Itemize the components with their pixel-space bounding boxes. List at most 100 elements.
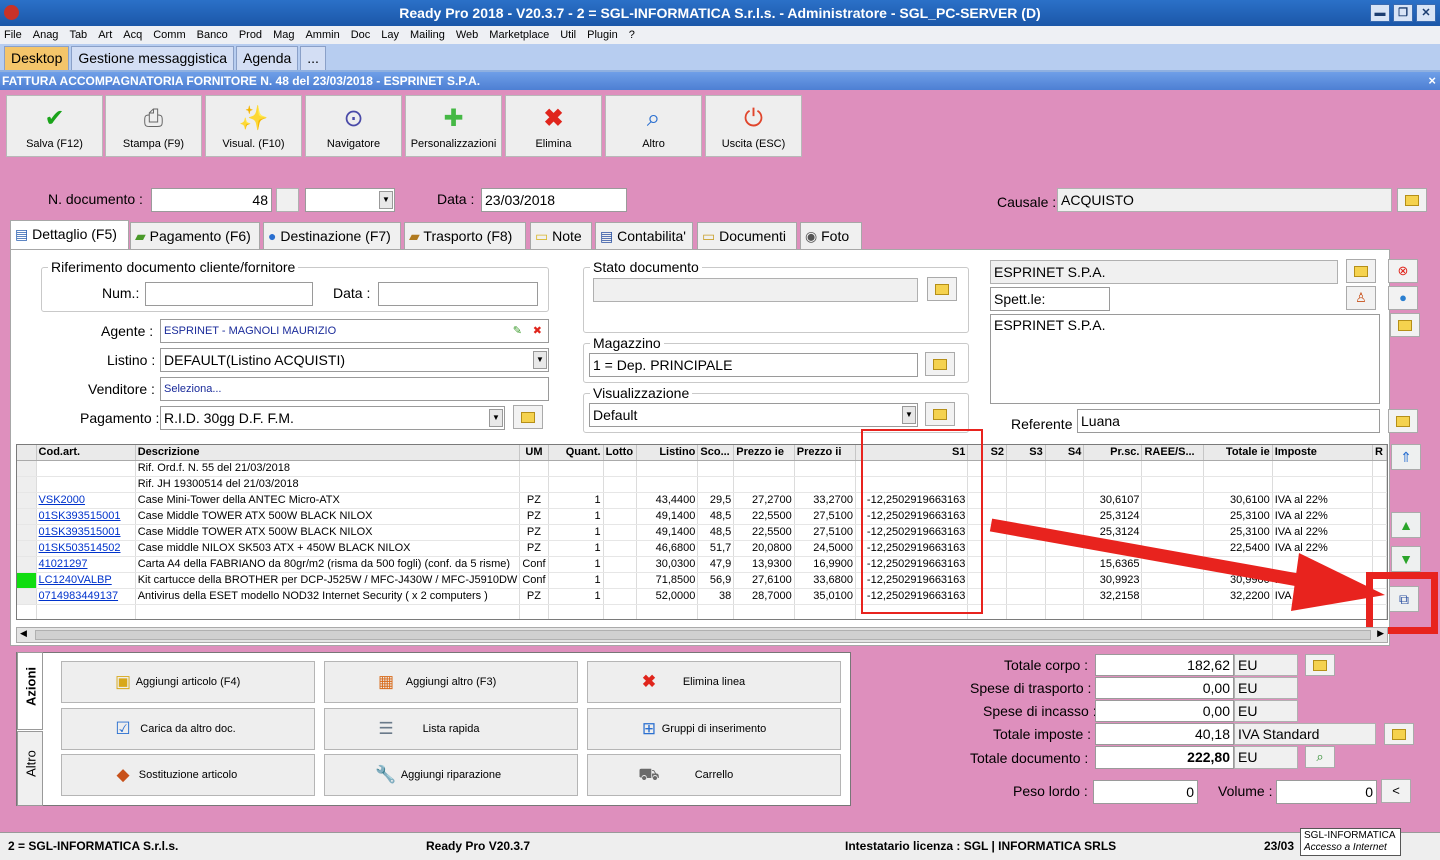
menu-help[interactable]: ? — [629, 29, 635, 41]
scroll-left-icon[interactable]: ◀ — [20, 628, 27, 639]
cliente-folder-button[interactable] — [1346, 259, 1376, 283]
menu-banco[interactable]: Banco — [197, 29, 228, 41]
delete-button[interactable]: ✖ Elimina — [505, 95, 602, 157]
address-folder-button[interactable] — [1390, 313, 1420, 337]
imposte-cell[interactable] — [1272, 460, 1373, 477]
col-prezzo-ie[interactable]: Prezzo ie — [733, 445, 795, 461]
move-up-button[interactable]: ▲ — [1391, 512, 1421, 538]
spett-input[interactable]: Spett.le: — [990, 287, 1110, 311]
um-cell[interactable]: PZ — [519, 540, 549, 557]
s3-cell[interactable] — [1006, 476, 1046, 493]
visualizzazione-folder-button[interactable] — [925, 402, 955, 426]
menu-plugin[interactable]: Plugin — [587, 29, 618, 41]
prsc-cell[interactable] — [1083, 460, 1143, 477]
listino-select[interactable]: DEFAULT(Listino ACQUISTI) ▼ — [160, 348, 549, 372]
close-window-button[interactable]: ✕ — [1416, 4, 1436, 22]
tab-desktop[interactable]: Desktop — [4, 46, 70, 70]
row-indicator[interactable] — [17, 572, 37, 589]
codart-cell[interactable]: 41021297 — [36, 556, 136, 573]
listino-cell[interactable]: 30,0300 — [636, 556, 699, 573]
descrizione-cell[interactable]: Case Mini-Tower della ANTEC Micro-ATX — [135, 492, 521, 509]
um-cell[interactable]: PZ — [519, 524, 549, 541]
prezzo-ie-cell[interactable]: 20,0800 — [733, 540, 795, 557]
lotto-cell[interactable] — [603, 492, 638, 509]
ndoc-input[interactable]: 48 — [151, 188, 272, 212]
menu-prod[interactable]: Prod — [239, 29, 262, 41]
totale-ie-cell[interactable] — [1203, 460, 1273, 477]
col-prezzo-ii[interactable]: Prezzo ii — [794, 445, 857, 461]
col-codart[interactable]: Cod.art. — [36, 445, 136, 461]
col-s4[interactable]: S4 — [1045, 445, 1085, 461]
codart-cell[interactable]: 01SK503514502 — [36, 540, 136, 557]
empty-cell[interactable] — [697, 604, 735, 619]
descrizione-cell[interactable]: Case middle NILOX SK503 ATX + 450W BLACK… — [135, 540, 521, 557]
col-imposte[interactable]: Imposte — [1272, 445, 1373, 461]
delete-line-button[interactable]: ✖ Elimina linea — [587, 661, 841, 703]
quant-cell[interactable]: 1 — [548, 492, 604, 509]
other-button[interactable]: ⌕ Altro — [605, 95, 702, 157]
col-s3[interactable]: S3 — [1006, 445, 1046, 461]
empty-cell[interactable] — [794, 604, 857, 619]
imposte-folder-button[interactable] — [1384, 723, 1414, 745]
cliente-name-input[interactable]: ESPRINET S.P.A. — [990, 260, 1338, 284]
sconto-cell[interactable]: 38 — [697, 588, 735, 605]
sconto-cell[interactable]: 29,5 — [697, 492, 735, 509]
s4-cell[interactable] — [1045, 492, 1085, 509]
pagamento-select[interactable]: R.I.D. 30gg D.F. F.M. ▼ — [160, 406, 505, 430]
prezzo-ii-cell[interactable]: 35,0100 — [794, 588, 857, 605]
sconto-cell[interactable] — [697, 460, 735, 477]
ndoc-series-select[interactable]: ▼ — [305, 188, 395, 212]
tab-altro[interactable]: Altro — [17, 731, 43, 806]
stato-input[interactable] — [593, 278, 918, 302]
row-indicator[interactable] — [17, 556, 37, 573]
restore-button[interactable]: ❐ — [1393, 4, 1413, 22]
tab-dettaglio[interactable]: ▤ Dettaglio (F5) — [10, 220, 129, 250]
codart-cell[interactable]: 0714983449137 — [36, 588, 136, 605]
totale-ie-cell[interactable] — [1203, 476, 1273, 493]
quant-cell[interactable]: 1 — [548, 508, 604, 525]
cliente-remove-button[interactable]: ⊗ — [1388, 259, 1418, 283]
menu-web[interactable]: Web — [456, 29, 478, 41]
codart-cell[interactable] — [36, 460, 136, 477]
s4-cell[interactable] — [1045, 460, 1085, 477]
codart-cell[interactable]: 01SK393515001 — [36, 524, 136, 541]
tab-azioni[interactable]: Azioni — [17, 652, 43, 730]
table-row[interactable]: VSK2000 Case Mini-Tower della ANTEC Micro… — [17, 492, 1387, 509]
causale-folder-button[interactable] — [1397, 188, 1427, 212]
menu-tab[interactable]: Tab — [69, 29, 87, 41]
spese-incasso-value[interactable]: 0,00 — [1095, 700, 1234, 722]
quant-cell[interactable]: 1 — [548, 524, 604, 541]
raee-cell[interactable] — [1141, 476, 1205, 493]
lotto-cell[interactable] — [603, 540, 638, 557]
empty-cell[interactable] — [519, 604, 549, 619]
sconto-cell[interactable] — [697, 476, 735, 493]
lotto-cell[interactable] — [603, 588, 638, 605]
scroll-thumb[interactable] — [35, 630, 1371, 640]
add-repair-button[interactable]: 🔧 Aggiungi riparazione — [324, 754, 578, 796]
listino-cell[interactable]: 46,6800 — [636, 540, 699, 557]
menu-mailing[interactable]: Mailing — [410, 29, 445, 41]
spese-trasporto-value[interactable]: 0,00 — [1095, 677, 1234, 699]
menu-lay[interactable]: Lay — [381, 29, 399, 41]
quant-cell[interactable]: 1 — [548, 588, 604, 605]
empty-cell[interactable] — [733, 604, 795, 619]
add-article-button[interactable]: ▣ Aggiungi articolo (F4) — [61, 661, 315, 703]
descrizione-cell[interactable]: Case Middle TOWER ATX 500W BLACK NILOX — [135, 524, 521, 541]
descrizione-cell[interactable]: Case Middle TOWER ATX 500W BLACK NILOX — [135, 508, 521, 525]
add-other-button[interactable]: ▦ Aggiungi altro (F3) — [324, 661, 578, 703]
totale-documento-zoom-button[interactable]: ⌕ — [1305, 746, 1335, 768]
tab-note[interactable]: ▭ Note — [530, 222, 592, 249]
sconto-cell[interactable]: 48,5 — [697, 524, 735, 541]
prezzo-ie-cell[interactable]: 13,9300 — [733, 556, 795, 573]
tab-more[interactable]: ... — [300, 46, 326, 70]
codart-cell[interactable]: LC1240VALBP — [36, 572, 136, 589]
col-totale-ie[interactable]: Totale ie — [1203, 445, 1273, 461]
empty-cell[interactable] — [17, 604, 37, 619]
prezzo-ii-cell[interactable]: 27,5100 — [794, 524, 857, 541]
empty-cell[interactable] — [548, 604, 604, 619]
um-cell[interactable] — [519, 460, 549, 477]
col-sconto[interactable]: Sco... — [697, 445, 735, 461]
date-input[interactable]: 23/03/2018 — [481, 188, 627, 212]
quant-cell[interactable] — [548, 460, 604, 477]
customize-button[interactable]: ✚ Personalizzazioni — [405, 95, 502, 157]
